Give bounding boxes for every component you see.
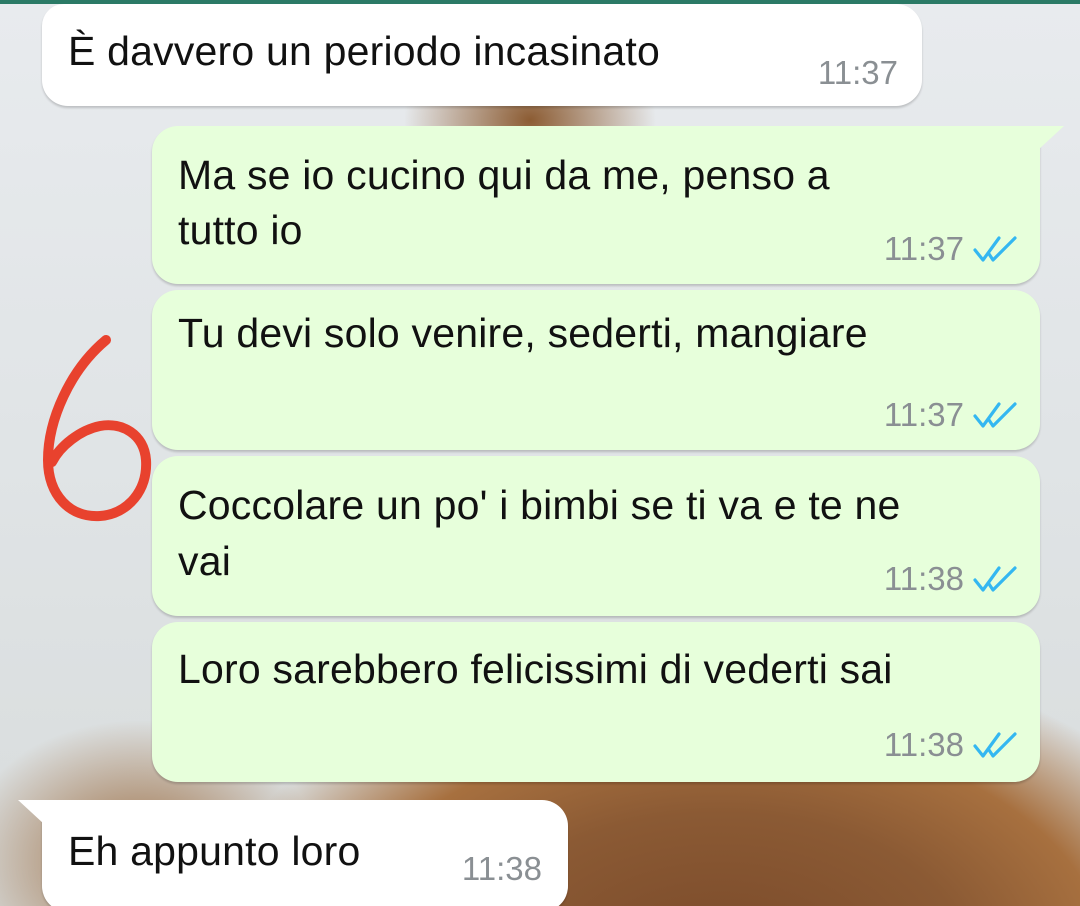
message-bubble-outgoing[interactable]: Coccolare un po' i bimbi se ti va e te n… (152, 456, 1040, 616)
read-double-check-icon (973, 732, 1017, 758)
message-meta: 11:38 (884, 560, 1018, 598)
message-time: 11:38 (883, 560, 964, 597)
message-time: 11:38 (883, 726, 964, 763)
message-time: 11:37 (817, 54, 898, 91)
message-text: Loro sarebbero felicissimi di vederti sa… (178, 646, 893, 692)
message-meta: 11:37 (884, 230, 1018, 268)
message-meta: 11:37 (884, 396, 1018, 434)
message-bubble-outgoing[interactable]: Tu devi solo venire, sederti, mangiare 1… (152, 290, 1040, 450)
message-meta: 11:38 (462, 850, 542, 888)
message-bubble-outgoing[interactable]: Ma se io cucino qui da me, penso a tutto… (152, 126, 1064, 284)
message-bubble-incoming[interactable]: Eh appunto loro 11:38 (18, 800, 568, 906)
message-text-line: Ma se io cucino qui da me, penso a (178, 152, 830, 198)
handwritten-number-annotation (43, 335, 152, 522)
message-text: Tu devi solo venire, sederti, mangiare (178, 310, 868, 356)
message-time: 11:37 (883, 396, 964, 433)
read-double-check-icon (973, 566, 1017, 592)
message-time: 11:38 (461, 850, 542, 887)
message-meta: 11:38 (884, 726, 1018, 764)
message-time: 11:37 (883, 230, 964, 267)
message-bubble-incoming[interactable]: È davvero un periodo incasinato 11:37 (42, 4, 922, 106)
message-text-line: vai (178, 538, 232, 584)
message-text-line: Coccolare un po' i bimbi se ti va e te n… (178, 482, 901, 528)
read-double-check-icon (973, 236, 1017, 262)
message-text-line: tutto io (178, 207, 303, 253)
message-text: È davvero un periodo incasinato (68, 28, 660, 74)
message-text: Eh appunto loro (68, 828, 361, 874)
bubble-tail (18, 800, 44, 824)
bubble-tail (1038, 126, 1064, 150)
read-double-check-icon (973, 402, 1017, 428)
message-meta: 11:37 (818, 54, 898, 92)
message-bubble-outgoing[interactable]: Loro sarebbero felicissimi di vederti sa… (152, 622, 1040, 782)
